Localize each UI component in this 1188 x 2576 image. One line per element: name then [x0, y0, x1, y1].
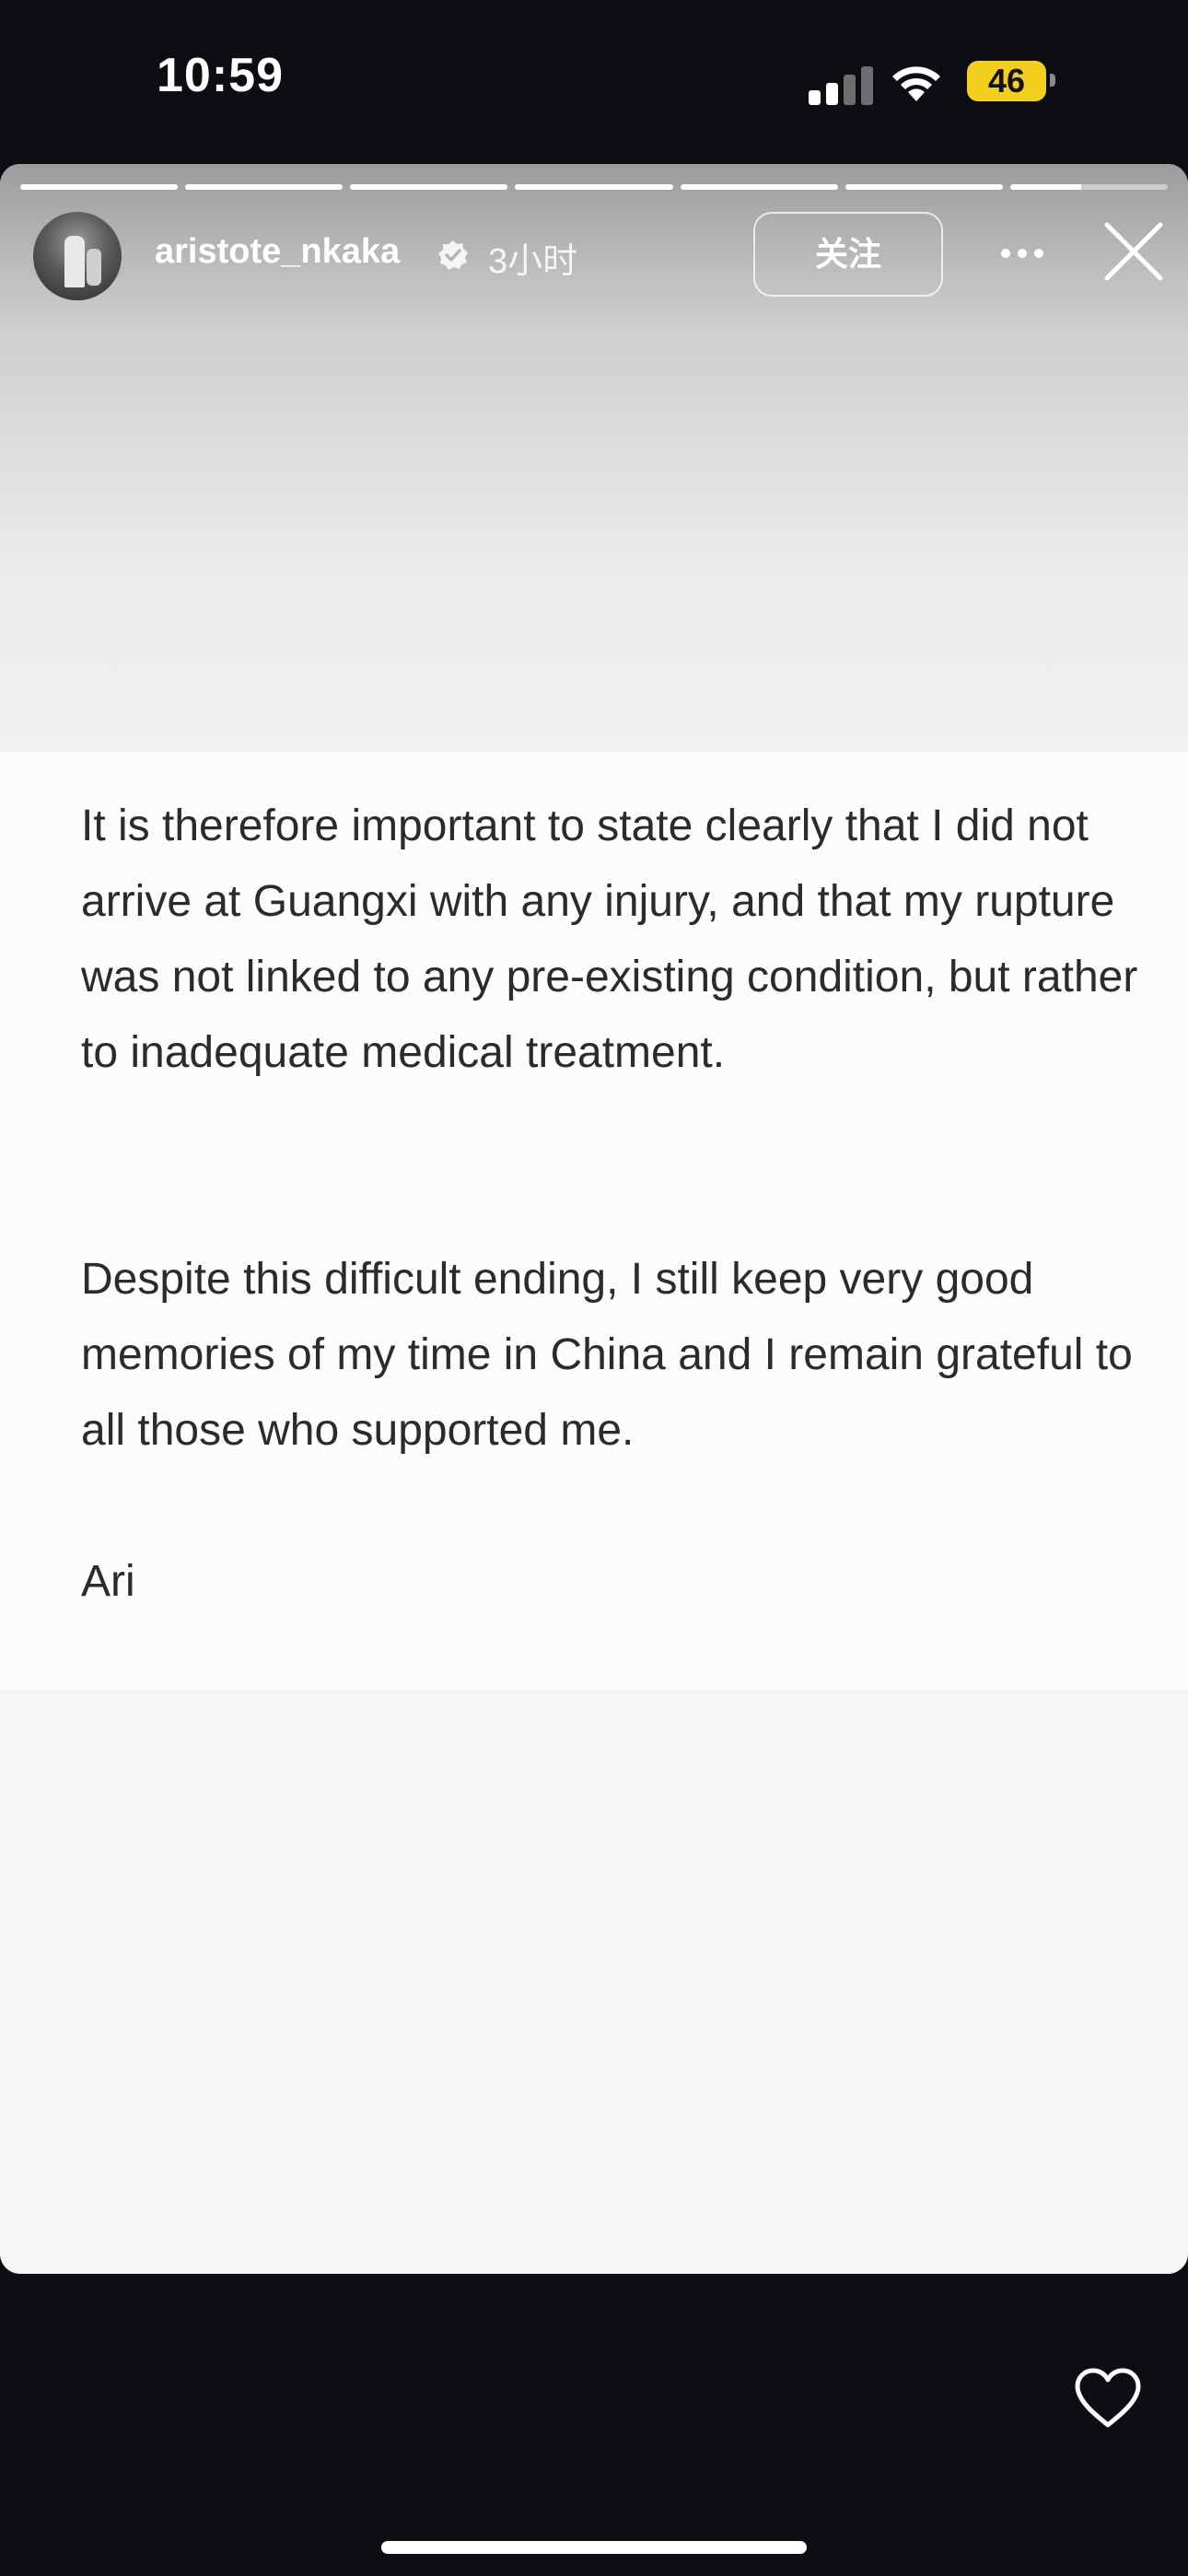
story-progress-segment: [680, 184, 838, 190]
story-progress-segment: [844, 184, 1003, 190]
story-image-bottom: [0, 1690, 1188, 2274]
story-header: aristote_nkaka 3小时 关注: [0, 212, 1188, 304]
like-heart-icon[interactable]: [1074, 2368, 1142, 2429]
story-progress-fill: [20, 184, 179, 190]
story-progress-fill: [844, 184, 1003, 190]
story-progress-fill: [350, 184, 508, 190]
story-progress-segment: [1009, 184, 1168, 190]
story-progress-fill: [680, 184, 838, 190]
story-paragraph-2: Despite this difficult ending, I still k…: [81, 1255, 1133, 1455]
username[interactable]: aristote_nkaka: [155, 232, 400, 272]
story-progress-bar: [20, 184, 1168, 190]
story-progress-segment: [20, 184, 179, 190]
story-progress-fill: [185, 184, 344, 190]
story-progress-segment: [185, 184, 344, 190]
status-time: 10:59: [157, 49, 284, 102]
close-icon[interactable]: [1101, 219, 1166, 284]
follow-button[interactable]: 关注: [753, 212, 943, 297]
avatar[interactable]: [33, 212, 122, 300]
battery-cap: [1050, 74, 1055, 87]
story-viewer[interactable]: aristote_nkaka 3小时 关注 It is therefore im…: [0, 164, 1188, 2274]
story-time-ago: 3小时: [488, 242, 578, 281]
avatar-figure: [64, 236, 85, 287]
more-options-icon[interactable]: [998, 240, 1046, 267]
story-progress-fill: [1009, 184, 1081, 190]
home-indicator[interactable]: [381, 2541, 807, 2554]
story-progress-segment: [515, 184, 673, 190]
story-progress-fill: [515, 184, 673, 190]
story-paragraph-1: It is therefore important to state clear…: [81, 802, 1138, 1077]
avatar-figure-secondary: [87, 249, 101, 286]
verified-badge-icon: [438, 240, 468, 270]
wifi-icon: [892, 66, 940, 101]
story-text-panel: It is therefore important to state clear…: [0, 752, 1188, 1690]
story-signature: Ari: [81, 1557, 135, 1606]
cellular-signal-icon: [809, 64, 873, 105]
battery-indicator: 46: [967, 61, 1046, 101]
story-progress-segment: [350, 184, 508, 190]
